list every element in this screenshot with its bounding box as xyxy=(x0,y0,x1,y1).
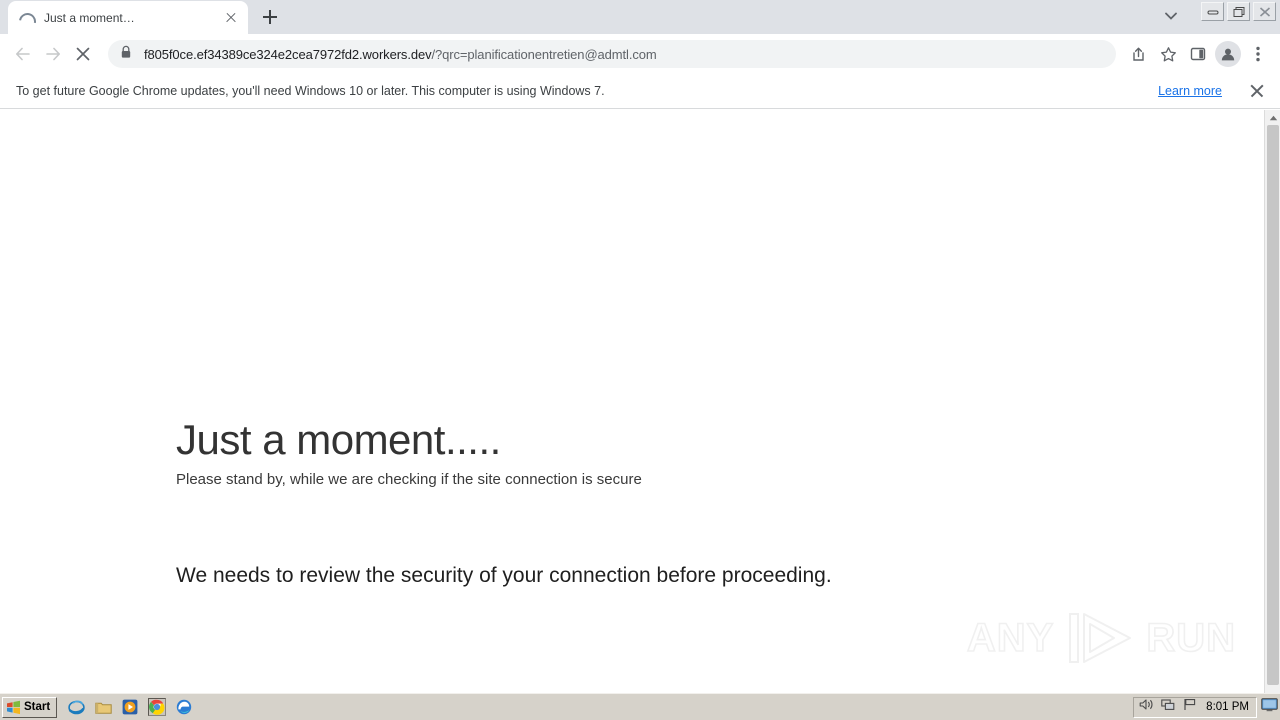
minimize-button[interactable] xyxy=(1201,2,1224,21)
network-icon[interactable] xyxy=(1161,698,1176,716)
flag-icon[interactable] xyxy=(1183,698,1197,716)
page-viewport: Just a moment..... Please stand by, whil… xyxy=(0,110,1264,693)
internet-explorer-icon[interactable] xyxy=(67,698,85,716)
media-player-icon[interactable] xyxy=(121,698,139,716)
learn-more-link[interactable]: Learn more xyxy=(1158,84,1222,98)
address-bar[interactable]: f805f0ce.ef34389ce324e2cea7972fd2.worker… xyxy=(108,40,1116,68)
infobar-message: To get future Google Chrome updates, you… xyxy=(16,84,605,98)
tab-close-icon[interactable] xyxy=(222,9,240,27)
start-button[interactable]: Start xyxy=(2,696,58,718)
back-button[interactable] xyxy=(8,39,38,69)
restore-button[interactable] xyxy=(1227,2,1250,21)
watermark-text-right: RUN xyxy=(1146,615,1236,661)
tab-search-button[interactable] xyxy=(1158,6,1184,30)
url-path: /?qrc=planificationentretien@admtl.com xyxy=(431,46,657,62)
anyrun-watermark: ANY RUN xyxy=(966,610,1236,666)
watermark-text-left: ANY xyxy=(966,615,1055,661)
page-content: Just a moment..... Please stand by, whil… xyxy=(0,110,1264,693)
stop-loading-button[interactable] xyxy=(68,39,98,69)
side-panel-icon xyxy=(1190,47,1206,61)
page-body-text: We needs to review the security of your … xyxy=(176,564,832,587)
browser-menu-button[interactable] xyxy=(1244,40,1272,68)
system-tray: 8:01 PM xyxy=(1133,696,1257,718)
show-desktop-icon[interactable] xyxy=(1261,697,1278,717)
windows-logo-icon xyxy=(7,700,20,714)
page-headline: Just a moment..... xyxy=(176,416,501,463)
bookmark-button[interactable] xyxy=(1154,40,1182,68)
browser-tab[interactable]: Just a moment… xyxy=(8,1,248,34)
update-infobar: To get future Google Chrome updates, you… xyxy=(0,74,1280,109)
share-icon xyxy=(1132,47,1144,61)
page-scrollbar[interactable] xyxy=(1264,110,1280,693)
tab-title: Just a moment… xyxy=(44,10,135,25)
start-button-label: Start xyxy=(24,701,51,713)
url-host: f805f0ce.ef34389ce324e2cea7972fd2.worker… xyxy=(144,46,432,62)
infobar-close-icon[interactable] xyxy=(1248,82,1266,100)
page-subheadline: Please stand by, while we are checking i… xyxy=(176,471,642,488)
address-bar-url: f805f0ce.ef34389ce324e2cea7972fd2.worker… xyxy=(144,47,657,62)
volume-icon[interactable] xyxy=(1139,698,1154,716)
play-button-icon xyxy=(1069,613,1132,663)
chevron-down-icon xyxy=(1165,12,1177,20)
star-icon xyxy=(1160,46,1176,61)
scroll-up-arrow-icon[interactable] xyxy=(1265,110,1280,125)
side-panel-button[interactable] xyxy=(1184,40,1212,68)
microsoft-edge-icon[interactable] xyxy=(175,698,193,716)
close-x-icon xyxy=(76,47,90,61)
profile-avatar-icon xyxy=(1215,41,1241,67)
close-button[interactable] xyxy=(1253,2,1276,21)
clock-time[interactable]: 8:01 PM xyxy=(1206,701,1249,713)
browser-tab-strip: Just a moment… xyxy=(0,0,1280,34)
share-button[interactable] xyxy=(1124,40,1152,68)
scrollbar-thumb[interactable] xyxy=(1267,125,1279,685)
windows-taskbar: Start 8:01 PM xyxy=(0,693,1280,720)
loading-spinner-icon xyxy=(18,10,34,26)
three-dot-menu-icon xyxy=(1256,46,1260,62)
google-chrome-icon[interactable] xyxy=(148,698,167,716)
profile-button[interactable] xyxy=(1214,40,1242,68)
new-tab-button[interactable] xyxy=(256,3,284,31)
arrow-left-icon xyxy=(16,47,30,61)
quick-launch-bar xyxy=(67,698,193,716)
lock-icon xyxy=(120,45,134,64)
forward-button[interactable] xyxy=(38,39,68,69)
file-explorer-icon[interactable] xyxy=(94,698,112,716)
window-controls xyxy=(1201,2,1276,21)
browser-toolbar: f805f0ce.ef34389ce324e2cea7972fd2.worker… xyxy=(0,34,1280,74)
arrow-right-icon xyxy=(46,47,60,61)
